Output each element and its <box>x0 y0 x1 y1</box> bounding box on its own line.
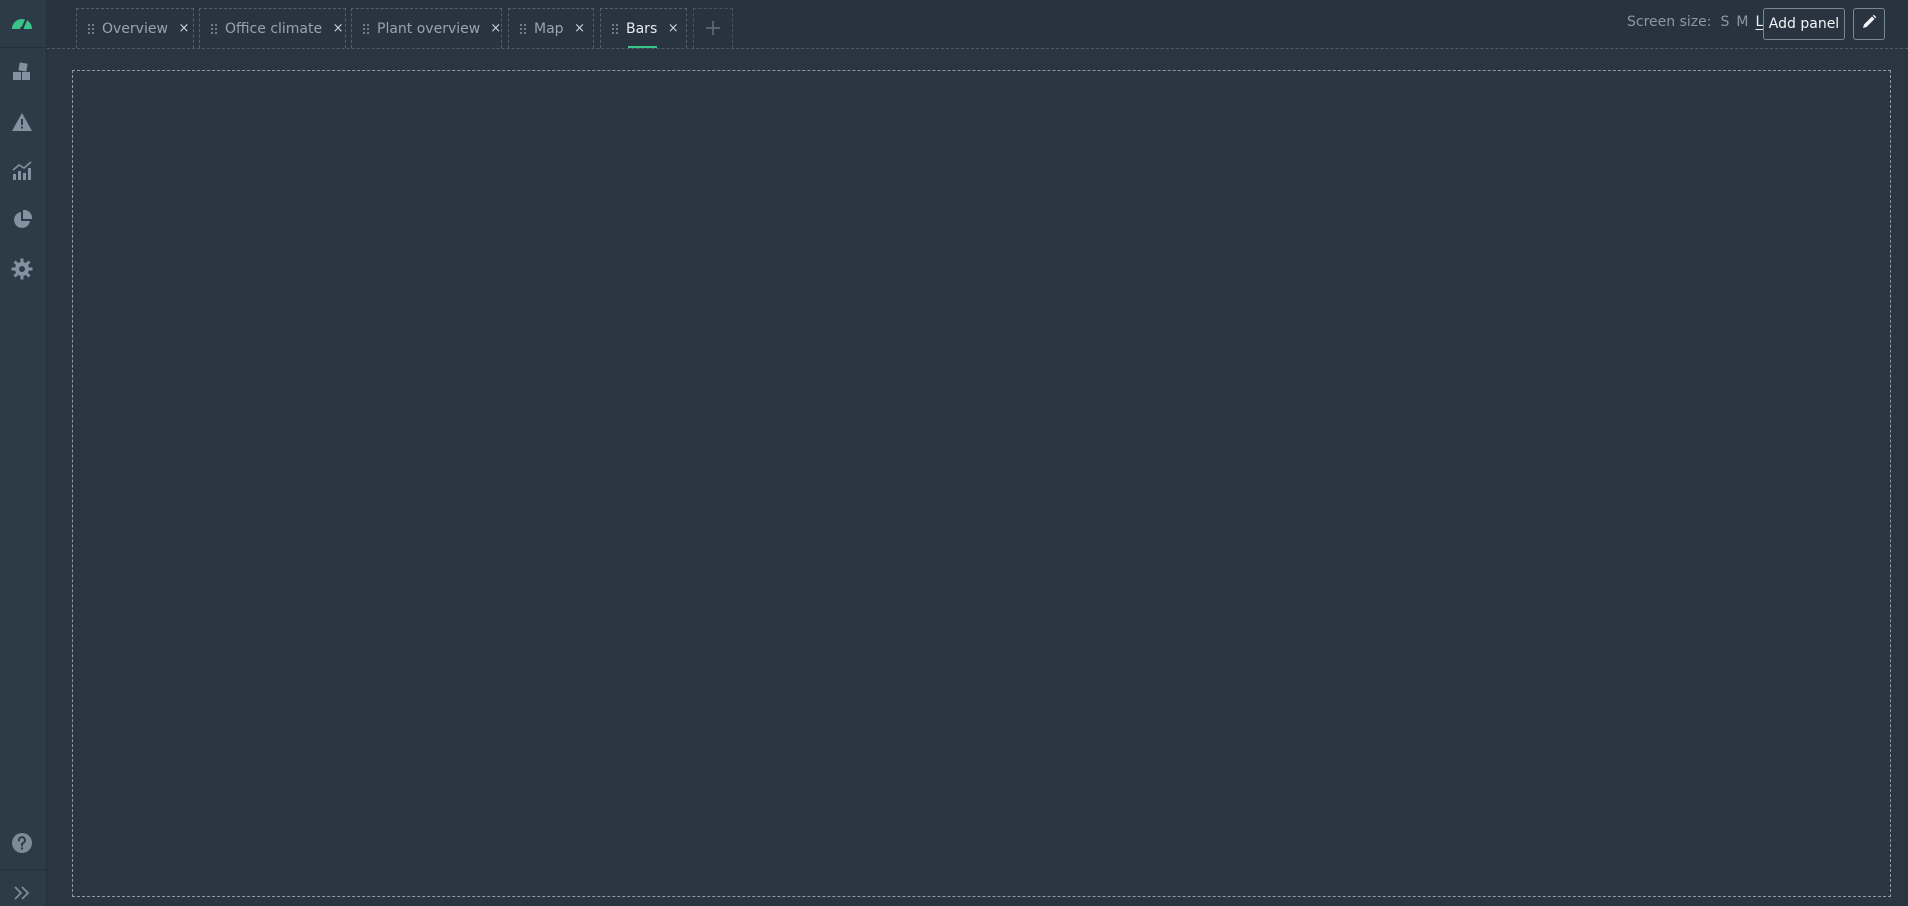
drag-handle-icon[interactable] <box>211 23 217 34</box>
screen-size-m[interactable]: M <box>1736 14 1748 30</box>
add-tab-button[interactable]: + <box>693 8 733 48</box>
add-panel-button[interactable]: Add panel <box>1763 8 1845 40</box>
close-icon[interactable]: × <box>178 21 190 36</box>
sidebar <box>0 0 47 906</box>
drag-handle-icon[interactable] <box>88 23 94 34</box>
tab-office-climate[interactable]: Office climate × <box>199 8 346 48</box>
close-icon[interactable]: × <box>490 21 501 36</box>
tab-plant-overview[interactable]: Plant overview × <box>351 8 502 48</box>
help-circle-icon[interactable] <box>9 830 35 856</box>
tab-bars[interactable]: Bars × <box>600 8 687 48</box>
close-icon[interactable]: × <box>574 21 586 36</box>
drag-handle-icon[interactable] <box>520 23 526 34</box>
screen-size-s[interactable]: S <box>1720 14 1729 30</box>
edit-dashboard-button[interactable] <box>1853 8 1885 40</box>
warning-triangle-icon[interactable] <box>9 109 35 135</box>
dashboard-gauge-icon[interactable] <box>9 9 35 35</box>
blocks-icon[interactable] <box>9 59 35 85</box>
pencil-icon <box>1861 14 1877 34</box>
sidebar-divider <box>0 869 47 870</box>
tab-label: Bars <box>626 20 658 37</box>
tab-label: Plant overview <box>377 20 481 37</box>
screen-size-label: Screen size: <box>1627 14 1712 30</box>
expand-chevrons-icon[interactable] <box>9 880 35 906</box>
pie-chart-icon[interactable] <box>9 207 35 233</box>
close-icon[interactable]: × <box>667 21 679 36</box>
screen-size-selector: Screen size: S M L <box>1627 14 1763 30</box>
close-icon[interactable]: × <box>332 21 344 36</box>
tab-label: Map <box>534 20 564 37</box>
active-tab-indicator <box>628 46 657 48</box>
tab-overview[interactable]: Overview × <box>76 8 194 48</box>
dashboard-tab-bar: Overview × Office climate × Plant overvi… <box>47 0 1908 49</box>
bar-line-chart-icon[interactable] <box>9 158 35 184</box>
tab-label: Office climate <box>225 20 323 37</box>
gear-icon[interactable] <box>9 256 35 282</box>
dashboard-grid-area[interactable] <box>72 70 1891 897</box>
sidebar-divider <box>0 47 47 48</box>
drag-handle-icon[interactable] <box>612 23 618 34</box>
tab-label: Overview <box>102 20 168 37</box>
drag-handle-icon[interactable] <box>363 23 369 34</box>
tab-map[interactable]: Map × <box>508 8 594 48</box>
